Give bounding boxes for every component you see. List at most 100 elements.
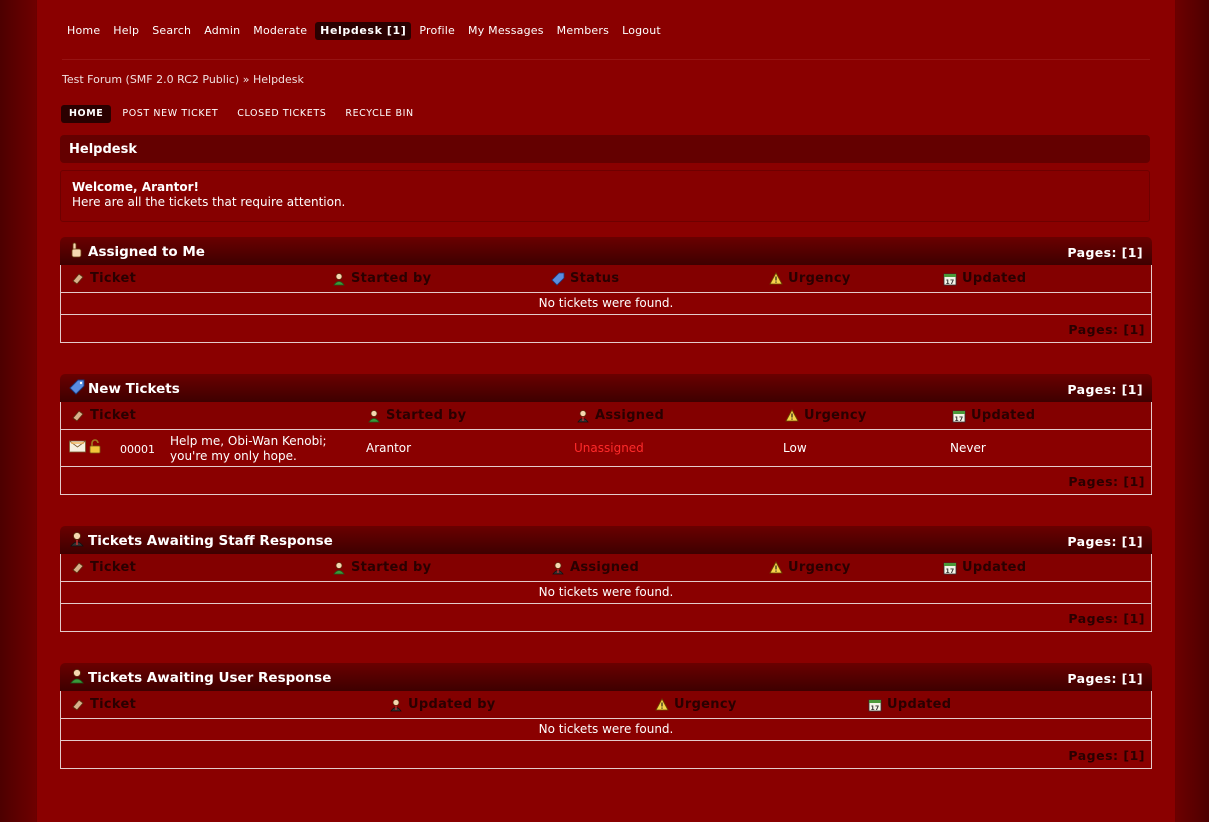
staff-icon bbox=[551, 561, 565, 575]
section-assigned-to-me: Assigned to Me Pages: [1] Ticket Started… bbox=[60, 237, 1152, 343]
pages-link[interactable]: Pages: [1] bbox=[1067, 534, 1143, 549]
section-title: Tickets Awaiting Staff Response bbox=[88, 533, 333, 549]
user-icon bbox=[69, 668, 85, 684]
table-footer: Pages: [1] bbox=[61, 314, 1151, 342]
ticket-row[interactable]: 00001 Help me, Obi-Wan Kenobi; you're my… bbox=[61, 429, 1151, 466]
menu-item-members[interactable]: Members bbox=[552, 22, 614, 40]
pages-link-footer[interactable]: Pages: [1] bbox=[1068, 748, 1145, 763]
column-urgency[interactable]: Urgency bbox=[785, 408, 867, 423]
tab-home[interactable]: HOME bbox=[61, 105, 112, 123]
column-updated[interactable]: 17 Updated bbox=[943, 560, 1026, 575]
tickets-table: Ticket Started by Assigned Urgency 17 Upd… bbox=[60, 401, 1152, 495]
user-icon bbox=[367, 409, 381, 423]
column-status[interactable]: Status bbox=[551, 271, 619, 286]
breadcrumb-separator: » bbox=[242, 73, 250, 86]
column-ticket[interactable]: Ticket bbox=[71, 560, 136, 575]
tickets-table: Ticket Started by Assigned Urgency 17 Upd… bbox=[60, 553, 1152, 632]
table-footer: Pages: [1] bbox=[61, 740, 1151, 768]
ticket-assigned-status: Unassigned bbox=[574, 441, 644, 455]
envelope-icon bbox=[69, 440, 86, 453]
column-urgency[interactable]: Urgency bbox=[769, 271, 851, 286]
column-updated[interactable]: 17 Updated bbox=[868, 697, 951, 712]
ticket-icon bbox=[71, 698, 85, 712]
table-footer: Pages: [1] bbox=[61, 603, 1151, 631]
ticket-updated: Never bbox=[950, 441, 986, 455]
section-header: Tickets Awaiting User Response Pages: [1… bbox=[60, 663, 1152, 691]
user-icon bbox=[332, 272, 346, 286]
menu-item-helpdesk[interactable]: Helpdesk [1] bbox=[315, 22, 412, 40]
page-edge-right bbox=[1174, 0, 1209, 822]
column-started-by[interactable]: Started by bbox=[332, 560, 431, 575]
column-urgency[interactable]: Urgency bbox=[769, 560, 851, 575]
section-awaiting-staff: Tickets Awaiting Staff Response Pages: [… bbox=[60, 526, 1152, 632]
menu-item-moderate[interactable]: Moderate bbox=[248, 22, 312, 40]
warning-icon bbox=[769, 561, 783, 574]
ticket-icon bbox=[71, 409, 85, 423]
pages-link[interactable]: Pages: [1] bbox=[1067, 671, 1143, 686]
staff-icon bbox=[69, 531, 85, 547]
ticket-urgency: Low bbox=[783, 441, 807, 455]
pages-link[interactable]: Pages: [1] bbox=[1067, 382, 1143, 397]
welcome-box: Welcome, Arantor! Here are all the ticke… bbox=[60, 170, 1150, 222]
section-header: Tickets Awaiting Staff Response Pages: [… bbox=[60, 526, 1152, 554]
empty-message: No tickets were found. bbox=[61, 581, 1151, 603]
calendar-icon: 17 bbox=[952, 409, 966, 423]
main-menu: Home Help Search Admin Moderate Helpdesk… bbox=[62, 22, 669, 40]
svg-text:17: 17 bbox=[955, 416, 964, 423]
column-started-by[interactable]: Started by bbox=[367, 408, 466, 423]
user-icon bbox=[332, 561, 346, 575]
welcome-text: Here are all the tickets that require at… bbox=[72, 195, 346, 209]
menu-item-logout[interactable]: Logout bbox=[617, 22, 666, 40]
menu-item-profile[interactable]: Profile bbox=[414, 22, 460, 40]
warning-icon bbox=[769, 272, 783, 285]
breadcrumb-forum-link[interactable]: Test Forum (SMF 2.0 RC2 Public) bbox=[62, 73, 239, 86]
pages-link[interactable]: Pages: [1] bbox=[1067, 245, 1143, 260]
forum-container: Home Help Search Admin Moderate Helpdesk… bbox=[36, 0, 1176, 822]
breadcrumb-helpdesk-link[interactable]: Helpdesk bbox=[253, 73, 304, 86]
menu-item-admin[interactable]: Admin bbox=[199, 22, 245, 40]
tag-icon bbox=[69, 379, 85, 395]
menu-item-help[interactable]: Help bbox=[108, 22, 144, 40]
ticket-icon bbox=[71, 561, 85, 575]
svg-text:17: 17 bbox=[946, 568, 955, 575]
column-updated-by[interactable]: Updated by bbox=[389, 697, 496, 712]
tab-post-new-ticket[interactable]: POST NEW TICKET bbox=[114, 105, 226, 123]
svg-text:17: 17 bbox=[871, 705, 880, 712]
staff-icon bbox=[576, 409, 590, 423]
tag-icon bbox=[551, 272, 565, 286]
column-ticket[interactable]: Ticket bbox=[71, 408, 136, 423]
ticket-subject-link[interactable]: Help me, Obi-Wan Kenobi; you're my only … bbox=[170, 434, 327, 464]
pages-link-footer[interactable]: Pages: [1] bbox=[1068, 474, 1145, 489]
column-started-by[interactable]: Started by bbox=[332, 271, 431, 286]
warning-icon bbox=[655, 698, 669, 711]
column-urgency[interactable]: Urgency bbox=[655, 697, 737, 712]
table-footer: Pages: [1] bbox=[61, 466, 1151, 494]
calendar-icon: 17 bbox=[943, 272, 957, 286]
table-header-row: Ticket Started by Assigned Urgency 17 Upd… bbox=[61, 554, 1151, 581]
pages-link-footer[interactable]: Pages: [1] bbox=[1068, 322, 1145, 337]
ticket-starter[interactable]: Arantor bbox=[366, 441, 411, 455]
table-header-row: Ticket Updated by Urgency 17 Updated bbox=[61, 691, 1151, 718]
tab-closed-tickets[interactable]: CLOSED TICKETS bbox=[229, 105, 334, 123]
menu-item-search[interactable]: Search bbox=[147, 22, 196, 40]
tickets-table: Ticket Updated by Urgency 17 Updated No t… bbox=[60, 690, 1152, 769]
column-ticket[interactable]: Ticket bbox=[71, 697, 136, 712]
ticket-icon bbox=[71, 272, 85, 286]
column-updated[interactable]: 17 Updated bbox=[952, 408, 1035, 423]
menu-divider bbox=[62, 59, 1150, 60]
page-title: Helpdesk bbox=[69, 142, 137, 157]
calendar-icon: 17 bbox=[943, 561, 957, 575]
tab-recycle-bin[interactable]: RECYCLE BIN bbox=[337, 105, 421, 123]
menu-item-my-messages[interactable]: My Messages bbox=[463, 22, 549, 40]
empty-message: No tickets were found. bbox=[61, 718, 1151, 740]
ticket-id: 00001 bbox=[120, 443, 155, 456]
column-assigned[interactable]: Assigned bbox=[576, 408, 664, 423]
menu-item-home[interactable]: Home bbox=[62, 22, 105, 40]
hand-pointer-icon bbox=[69, 242, 83, 258]
section-header: New Tickets Pages: [1] bbox=[60, 374, 1152, 402]
column-updated[interactable]: 17 Updated bbox=[943, 271, 1026, 286]
column-assigned[interactable]: Assigned bbox=[551, 560, 639, 575]
column-ticket[interactable]: Ticket bbox=[71, 271, 136, 286]
pages-link-footer[interactable]: Pages: [1] bbox=[1068, 611, 1145, 626]
welcome-heading: Welcome, Arantor! bbox=[72, 180, 200, 194]
